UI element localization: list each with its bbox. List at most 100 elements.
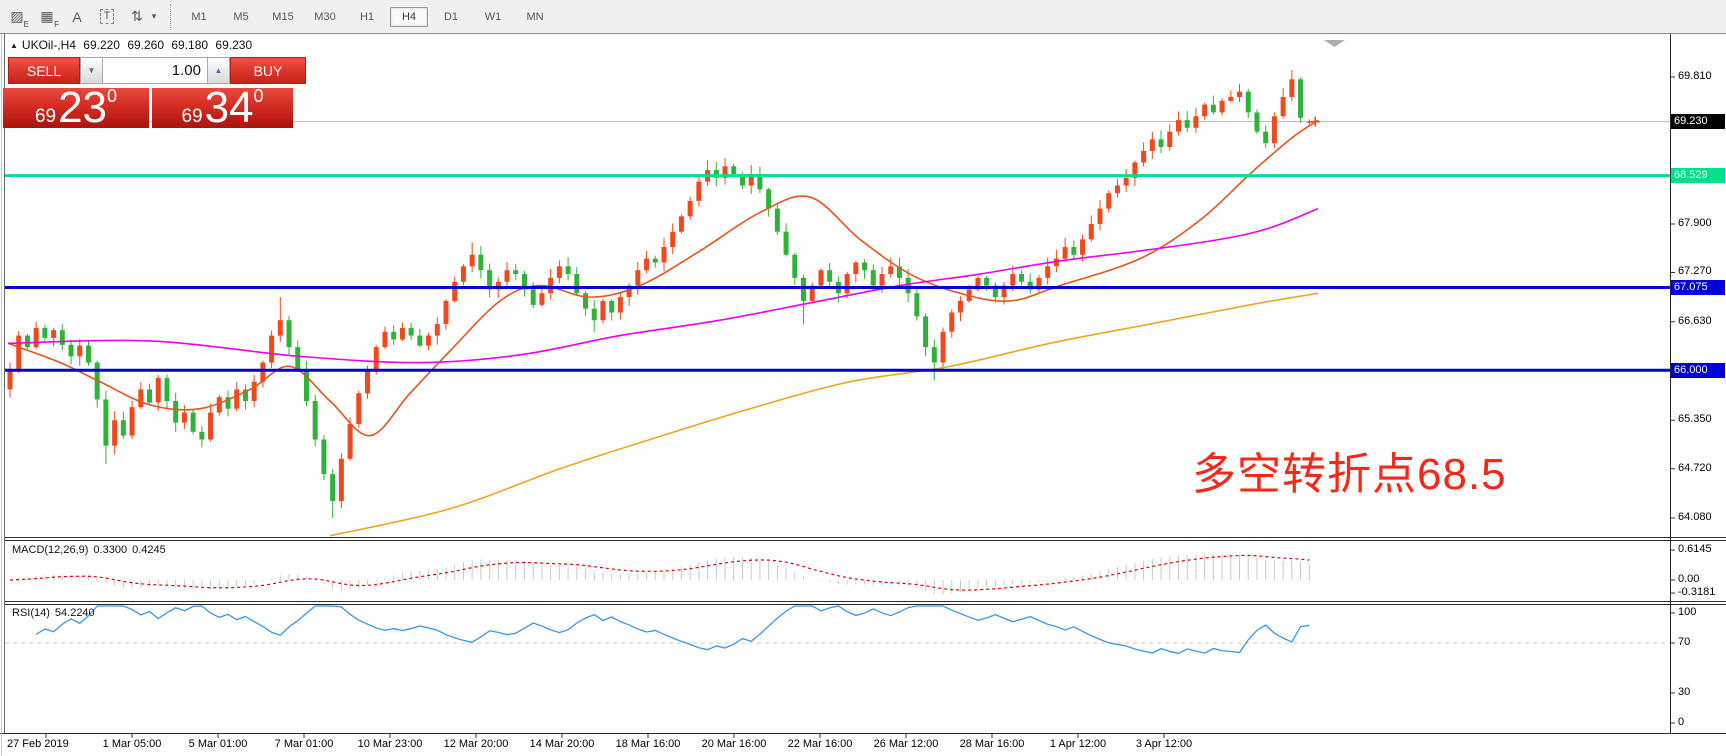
buy-price-big-figure: 69: [181, 107, 202, 126]
date-axis-label: 27 Feb 2019: [7, 738, 69, 750]
candle-up: [269, 336, 274, 363]
candle-up: [679, 216, 684, 231]
candle-down: [60, 330, 65, 345]
indicators-icon[interactable]: ▨E: [4, 5, 30, 29]
macd-signal-value: 0.4245: [132, 544, 166, 556]
candle-up: [77, 346, 82, 357]
sell-price-box[interactable]: 69230: [3, 88, 149, 128]
candle-up: [1106, 193, 1111, 208]
timeframe-d1[interactable]: D1: [432, 7, 470, 27]
candle-down: [566, 266, 571, 274]
timeframe-m1[interactable]: M1: [180, 7, 218, 27]
candle-down: [984, 278, 989, 286]
cycle-arrows-icon[interactable]: ⇅: [124, 5, 150, 29]
macd-value: 0.3300: [93, 544, 127, 556]
timeframe-mn[interactable]: MN: [516, 7, 554, 27]
candle-up: [1098, 209, 1103, 224]
candle-down: [574, 274, 579, 293]
volume-input[interactable]: [103, 57, 207, 84]
sell-price-fraction: 0: [107, 87, 117, 105]
date-axis-label: 1 Mar 05:00: [103, 738, 162, 750]
candles-group: [8, 70, 1312, 518]
candle-up: [374, 347, 379, 370]
text-box-icon[interactable]: T: [94, 5, 120, 29]
toolbar-separator: [170, 4, 172, 30]
candle-up: [1010, 274, 1015, 286]
candle-up: [34, 328, 39, 347]
chart-toolbar: ▨E ▦F A T ⇅ ▾ M1 M5 M15 M30 H1 H4 D1 W1 …: [0, 0, 1726, 34]
chart-shift-icon[interactable]: [1324, 40, 1345, 47]
timeframe-h4[interactable]: H4: [390, 7, 428, 27]
candle-up: [112, 420, 117, 445]
annotation-text[interactable]: 多空转折点68.5: [1192, 438, 1507, 502]
buy-button[interactable]: BUY: [230, 57, 306, 84]
date-axis-label: 20 Mar 16:00: [702, 738, 767, 750]
text-label-icon[interactable]: A: [64, 5, 90, 29]
candle-up: [818, 270, 823, 285]
bar-open: 69.220: [83, 38, 120, 52]
macd-label: MACD(12,26,9)0.33000.4245: [12, 544, 171, 556]
candle-down: [478, 255, 483, 270]
candle-up: [618, 297, 623, 312]
candle-up: [138, 389, 143, 407]
candle-down: [417, 336, 422, 346]
candle-up: [670, 232, 675, 247]
timeframe-m15[interactable]: M15: [264, 7, 302, 27]
symbol-name: UKOil-,H4: [22, 38, 76, 52]
candle-down: [86, 346, 91, 363]
date-axis-label: 18 Mar 16:00: [616, 738, 681, 750]
candle-down: [330, 474, 335, 501]
candle-down: [906, 278, 911, 293]
candle-up: [1281, 97, 1286, 116]
candle-down: [173, 401, 178, 423]
candle-up: [853, 262, 858, 274]
rsi-panel: [5, 593, 1670, 653]
date-axis-label: 14 Mar 20:00: [530, 738, 595, 750]
timeframe-m30[interactable]: M30: [306, 7, 344, 27]
last-price-marker: [1310, 117, 1320, 127]
candle-down: [199, 432, 204, 440]
buy-price-pips: 34: [205, 90, 254, 126]
candle-up: [1150, 139, 1155, 151]
symbol-ohlc-header: ▲UKOil-,H4 69.220 69.260 69.180 69.230: [10, 38, 256, 52]
rsi-label: RSI(14)54.2240: [12, 607, 100, 619]
grid-icon[interactable]: ▦F: [34, 5, 60, 29]
sell-button[interactable]: SELL: [8, 57, 80, 84]
price-axis-label: 66.630: [1678, 315, 1712, 327]
candle-down: [1071, 247, 1076, 255]
candle-up: [688, 201, 693, 216]
candle-down: [914, 293, 919, 316]
candle-down: [1019, 274, 1024, 282]
candle-up: [444, 301, 449, 324]
timeframe-h1[interactable]: H1: [348, 7, 386, 27]
date-axis-label: 22 Mar 16:00: [788, 738, 853, 750]
candle-up: [644, 259, 649, 271]
candle-down: [1159, 139, 1164, 147]
candle-up: [1176, 120, 1181, 132]
buy-price-box[interactable]: 69340: [152, 88, 293, 128]
price-axis-label: 64.720: [1678, 462, 1712, 474]
timeframe-w1[interactable]: W1: [474, 7, 512, 27]
ma-slow: [330, 293, 1318, 535]
volume-decrease-button[interactable]: ▼: [80, 57, 103, 84]
candle-down: [792, 255, 797, 278]
candle-down: [25, 336, 30, 348]
buy-price-fraction: 0: [254, 87, 264, 105]
candle-down: [862, 262, 867, 270]
candle-up: [539, 293, 544, 305]
candle-up: [182, 413, 187, 423]
volume-increase-button[interactable]: ▲: [207, 57, 230, 84]
bar-close: 69.230: [215, 38, 252, 52]
candle-up: [880, 274, 885, 286]
candle-down: [313, 401, 318, 439]
price-axis-label: 67.900: [1678, 217, 1712, 229]
timeframe-m5[interactable]: M5: [222, 7, 260, 27]
candle-down: [391, 332, 396, 340]
candle-up: [208, 413, 213, 440]
candle-up: [1272, 116, 1277, 143]
bar-high: 69.260: [127, 38, 164, 52]
candle-up: [662, 247, 667, 262]
collapse-panel-icon[interactable]: ▲: [10, 41, 18, 50]
candle-down: [1246, 92, 1251, 113]
candle-down: [409, 328, 414, 336]
